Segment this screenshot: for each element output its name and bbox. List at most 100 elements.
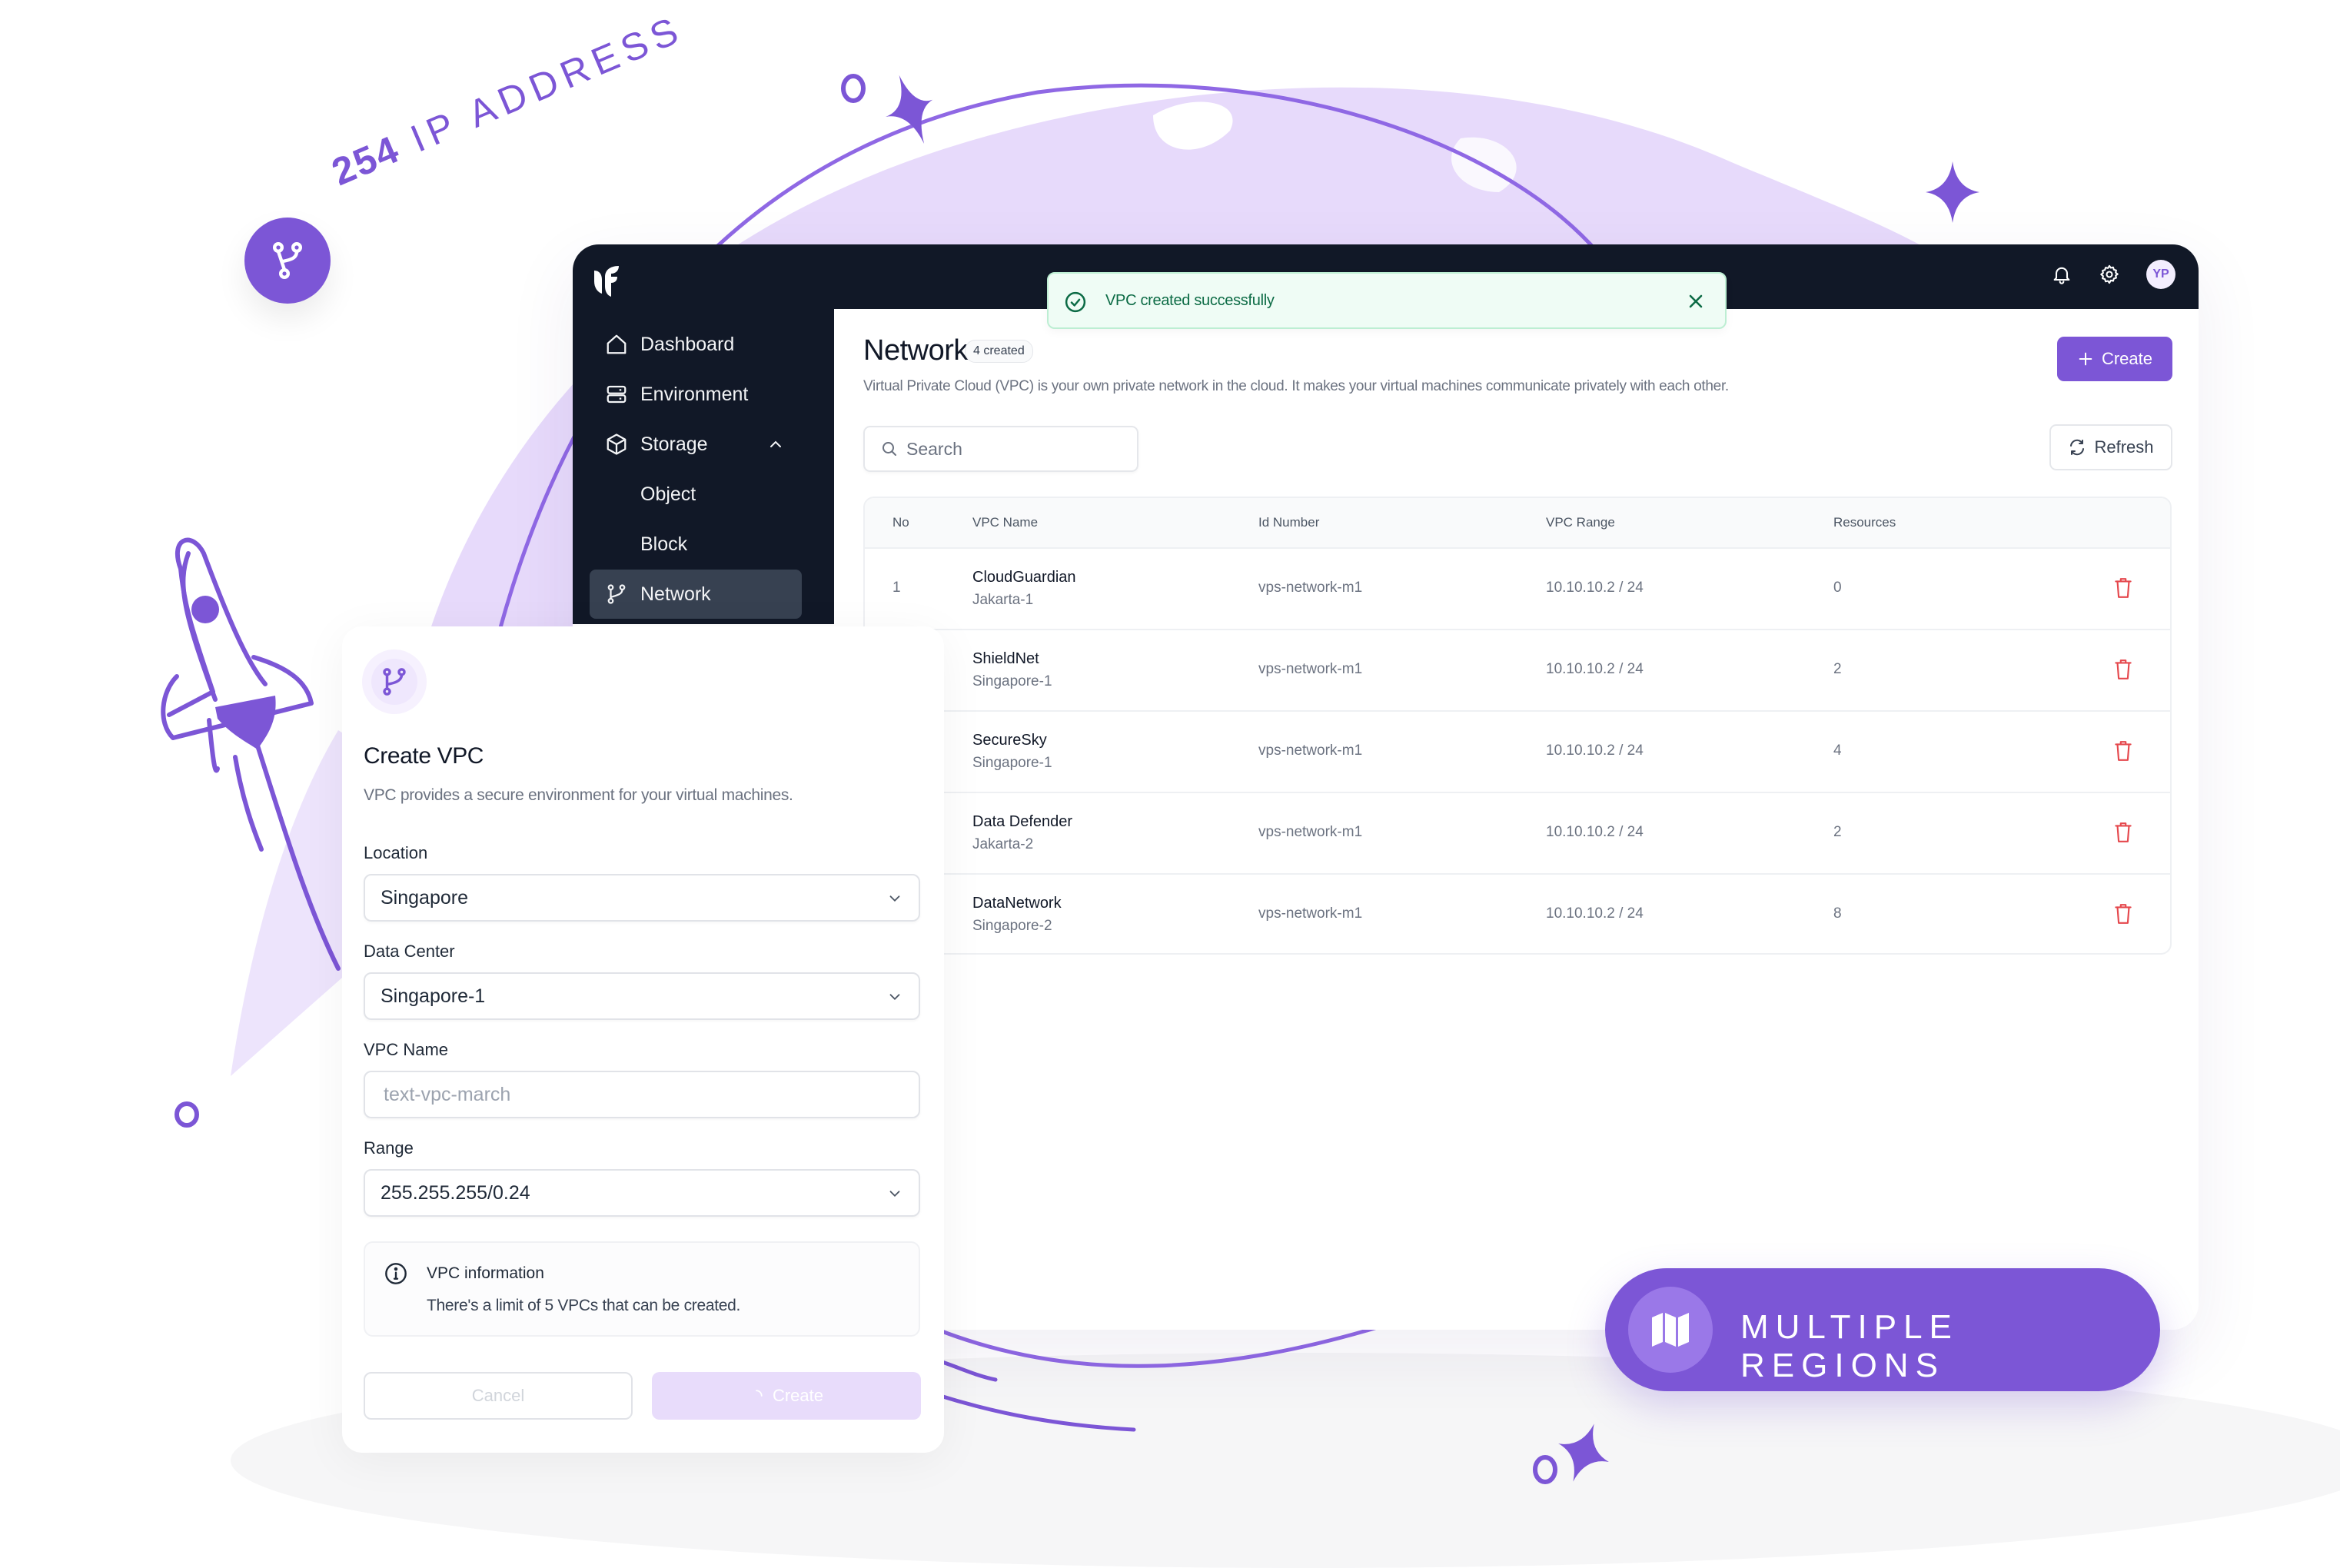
refresh-button[interactable]: Refresh <box>2049 424 2172 470</box>
cell-resources: 2 <box>1833 661 1842 677</box>
check-circle-icon <box>1065 291 1086 313</box>
ip-count: 254 <box>325 127 406 194</box>
vpc-name-label: VPC Name <box>364 1040 449 1059</box>
sidebar-item-label: Storage <box>640 433 708 455</box>
table-row[interactable]: SecureSky Singapore-1 vps-network-m1 10.10.… <box>865 712 2170 793</box>
chevron-down-icon <box>889 994 900 1001</box>
ring-icon <box>1533 1455 1557 1484</box>
range-label: Range <box>364 1138 414 1158</box>
cell-vpc-range: 10.10.10.2 / 24 <box>1546 580 1644 596</box>
column-header-vpc-range: VPC Range <box>1546 515 1615 530</box>
page-title: Network <box>863 334 968 367</box>
cell-region: Jakarta-1 <box>972 592 1034 608</box>
sidebar-item-network[interactable]: Network <box>590 570 802 619</box>
multiple-regions-badge: MULTIPLE REGIONS <box>1605 1268 2160 1391</box>
cube-icon <box>607 434 627 455</box>
trash-icon[interactable] <box>2113 821 2133 844</box>
panel-icon-badge <box>362 649 427 714</box>
info-text: There's a limit of 5 VPCs that can be cr… <box>427 1297 741 1314</box>
cell-vpc-name: SecureSky <box>972 732 1047 749</box>
vpc-table: No VPC Name Id Number VPC Range Resource… <box>863 497 2172 955</box>
cell-vpc-range: 10.10.10.2 / 24 <box>1546 661 1644 677</box>
location-select[interactable]: Singapore <box>364 874 920 922</box>
column-header-no: No <box>892 515 909 530</box>
panel-description: VPC provides a secure environment for yo… <box>364 786 793 804</box>
cell-vpc-range: 10.10.10.2 / 24 <box>1546 824 1644 840</box>
rocket-illustration <box>161 537 341 971</box>
table-header: No VPC Name Id Number VPC Range Resource… <box>865 498 2170 549</box>
sidebar-item-object[interactable]: Object <box>590 470 802 519</box>
cell-id-number: vps-network-m1 <box>1258 905 1363 922</box>
cell-id-number: vps-network-m1 <box>1258 742 1363 759</box>
cell-no: 1 <box>892 580 901 596</box>
range-select[interactable]: 255.255.255/0.24 <box>364 1169 920 1217</box>
sidebar-item-storage[interactable]: Storage <box>590 420 802 469</box>
user-avatar[interactable]: YP <box>2146 260 2175 289</box>
sidebar-item-label: Network <box>640 583 711 605</box>
location-value: Singapore <box>381 886 468 909</box>
ip-address-badge <box>244 218 331 304</box>
vpc-info-box: VPC information There's a limit of 5 VPC… <box>364 1241 920 1337</box>
cancel-button[interactable]: Cancel <box>364 1372 633 1420</box>
home-icon <box>607 334 627 354</box>
cell-vpc-name: CloudGuardian <box>972 569 1076 586</box>
vpc-name-input[interactable]: text-vpc-march <box>364 1071 920 1118</box>
close-icon[interactable] <box>1685 291 1707 312</box>
header-actions: YP <box>2051 260 2175 289</box>
toast-message: VPC created successfully <box>1105 292 1275 309</box>
cell-vpc-range: 10.10.10.2 / 24 <box>1546 905 1644 922</box>
sidebar-item-dashboard[interactable]: Dashboard <box>590 320 802 369</box>
server-icon <box>607 385 627 404</box>
cell-id-number: vps-network-m1 <box>1258 580 1363 596</box>
column-header-id-number: Id Number <box>1258 515 1320 530</box>
cell-vpc-name: ShieldNet <box>972 650 1039 667</box>
trash-icon[interactable] <box>2113 658 2133 681</box>
sidebar-item-environment[interactable]: Environment <box>590 370 802 419</box>
sidebar-item-block[interactable]: Block <box>590 520 802 569</box>
speed-line-2 <box>936 1393 1136 1432</box>
bell-icon[interactable] <box>2051 264 2072 285</box>
submit-create-button[interactable]: Create <box>652 1372 921 1420</box>
branch-icon <box>607 584 626 604</box>
table-row[interactable]: Data Defender Jakarta-2 vps-network-m1 10.1… <box>865 793 2170 875</box>
table-row[interactable]: ShieldNet Singapore-1 vps-network-m1 10.10.… <box>865 630 2170 712</box>
table-row[interactable]: 1 CloudGuardian Jakarta-1 vps-network-m1 10.… <box>865 549 2170 630</box>
cell-vpc-name: Data Defender <box>972 813 1073 830</box>
sparkle-icon <box>1558 1423 1609 1482</box>
cell-resources: 2 <box>1833 824 1842 840</box>
cell-region: Jakarta-2 <box>972 836 1034 852</box>
cell-vpc-range: 10.10.10.2 / 24 <box>1546 742 1644 759</box>
cell-vpc-name: DataNetwork <box>972 895 1062 912</box>
success-toast: VPC created successfully <box>1047 272 1727 329</box>
spinner-icon <box>756 1390 763 1397</box>
create-button[interactable]: Create <box>2057 337 2172 381</box>
range-value: 255.255.255/0.24 <box>381 1181 530 1204</box>
multiple-regions-label: MULTIPLE REGIONS <box>1740 1308 1959 1384</box>
cell-resources: 4 <box>1833 742 1842 759</box>
vpc-name-placeholder: text-vpc-march <box>384 1083 511 1105</box>
map-icon-badge <box>1628 1287 1713 1373</box>
main-content: Network 4 created Virtual Private Cloud … <box>834 309 2199 1330</box>
speed-line-1 <box>936 1358 998 1382</box>
trash-icon[interactable] <box>2113 576 2133 600</box>
create-vpc-panel: Create VPC VPC provides a secure environ… <box>342 626 944 1453</box>
table-row[interactable]: DataNetwork Singapore-2 vps-network-m1 10.1… <box>865 875 2170 953</box>
trash-icon[interactable] <box>2113 902 2133 925</box>
cell-id-number: vps-network-m1 <box>1258 824 1363 840</box>
gear-icon[interactable] <box>2099 264 2120 285</box>
panel-title: Create VPC <box>364 743 484 769</box>
info-title: VPC information <box>427 1264 544 1282</box>
cell-resources: 8 <box>1833 905 1842 922</box>
page-description: Virtual Private Cloud (VPC) is your own … <box>863 378 1729 394</box>
location-label: Location <box>364 843 428 862</box>
ip-label: IP ADDRESS <box>404 6 690 161</box>
sidebar-item-label: Environment <box>640 383 749 405</box>
create-button-label: Create <box>2101 349 2153 368</box>
chevron-down-icon <box>889 895 900 902</box>
plus-icon <box>2079 352 2092 366</box>
search-input[interactable]: Search <box>863 426 1138 472</box>
trash-icon[interactable] <box>2113 739 2133 762</box>
cell-region: Singapore-2 <box>972 918 1052 934</box>
sidebar-item-label: Block <box>640 533 688 555</box>
datacenter-select[interactable]: Singapore-1 <box>364 972 920 1020</box>
